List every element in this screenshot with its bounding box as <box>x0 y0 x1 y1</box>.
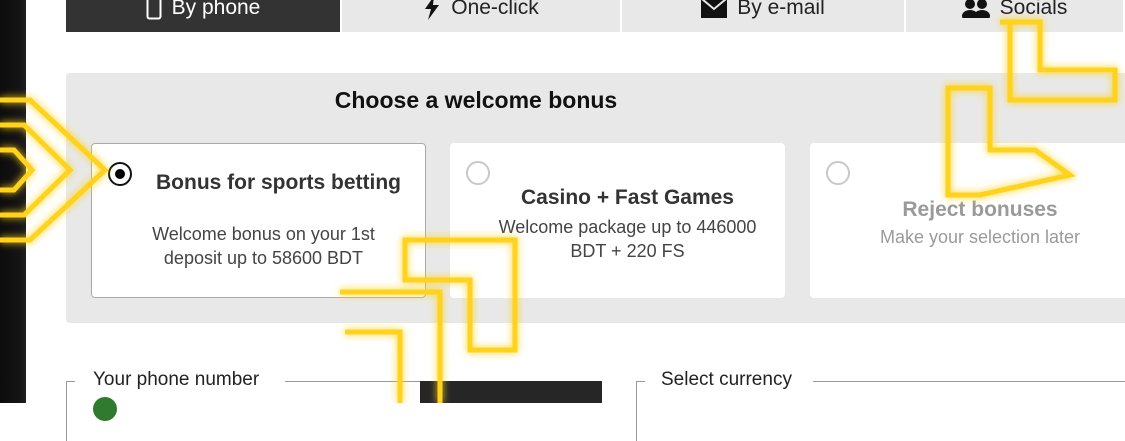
phone-action-button[interactable] <box>420 381 602 403</box>
phone-number-label: Your phone number <box>85 369 268 391</box>
country-flag-icon[interactable] <box>93 397 117 421</box>
tab-socials[interactable]: Socials <box>906 0 1125 32</box>
bonus-option-title: Casino + Fast Games <box>520 186 734 209</box>
bonus-option-description: Make your selection later <box>879 227 1081 247</box>
tab-label: One-click <box>451 0 539 19</box>
left-dark-strip <box>0 0 26 403</box>
tab-by-phone[interactable]: By phone <box>66 0 342 32</box>
phone-icon <box>146 0 162 20</box>
tab-by-email[interactable]: By e-mail <box>622 0 906 32</box>
lightning-icon <box>423 0 441 20</box>
bonus-panel-title: Choose a welcome bonus <box>334 87 618 113</box>
bonus-option-sports[interactable]: Bonus for sports betting Welcome bonus o… <box>91 143 426 298</box>
radio-selected-icon[interactable] <box>108 162 132 186</box>
envelope-icon <box>701 0 728 18</box>
tab-label: By phone <box>171 0 261 19</box>
radio-unselected-icon[interactable] <box>466 161 490 185</box>
registration-tabs: By phone One-click By e-mail Socials <box>66 0 1125 32</box>
bonus-option-description: Welcome package up to 446000 BDT + 220 F… <box>498 217 757 261</box>
users-icon <box>961 0 990 18</box>
bonus-option-title: Bonus for sports betting <box>156 171 401 194</box>
radio-unselected-icon[interactable] <box>826 161 850 185</box>
bonus-option-reject[interactable]: Reject bonuses Make your selection later <box>810 143 1125 298</box>
bonus-option-description: Welcome bonus on your 1st deposit up to … <box>152 224 375 268</box>
tab-label: Socials <box>999 0 1068 19</box>
bonus-option-title: Reject bonuses <box>902 198 1058 221</box>
bonus-option-casino[interactable]: Casino + Fast Games Welcome package up t… <box>450 143 785 298</box>
tab-label: By e-mail <box>737 0 825 19</box>
tab-one-click[interactable]: One-click <box>342 0 622 32</box>
currency-label: Select currency <box>653 369 800 391</box>
currency-select[interactable]: Select currency <box>636 369 1125 441</box>
